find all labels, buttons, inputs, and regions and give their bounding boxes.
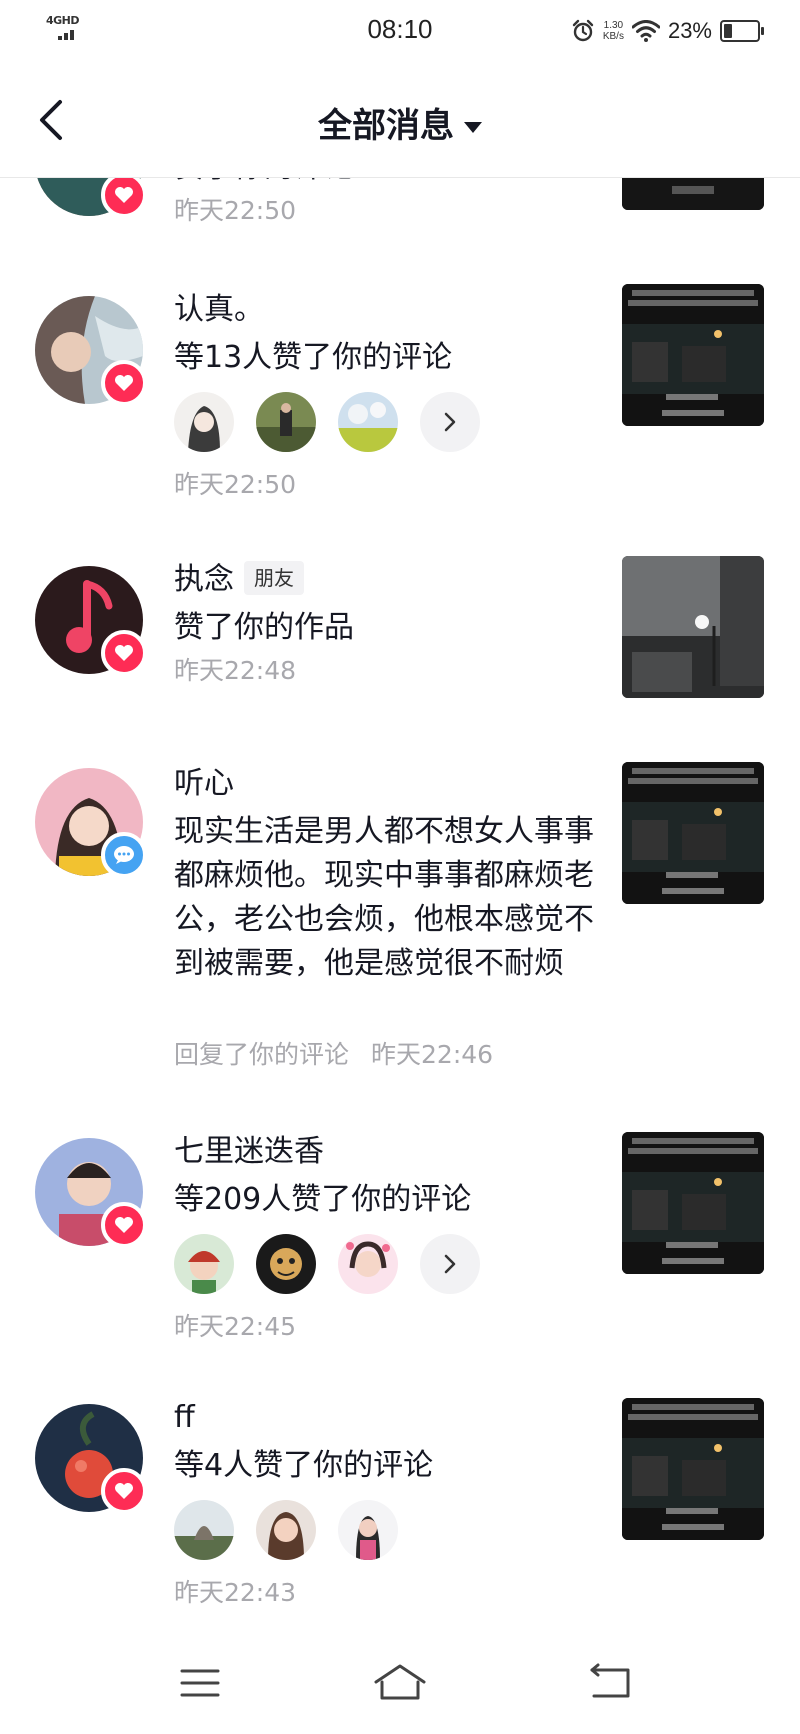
likers-row [174,1500,398,1560]
chevron-right-icon [444,1254,456,1274]
friend-tag: 朋友 [244,561,304,595]
list-item[interactable]: 七里迷迭香 等209人赞了你的评论 昨天22:45 [0,1132,800,1368]
like-badge-icon [101,360,147,406]
video-thumbnail[interactable] [622,1132,764,1274]
like-badge-icon [101,178,147,218]
liker-avatar[interactable] [174,392,234,452]
list-item[interactable]: 执念 朋友 赞了你的作品 昨天22:48 [0,556,800,766]
system-nav-bar [0,1628,800,1734]
battery-percent: 23% [667,18,712,43]
video-thumbnail[interactable] [622,178,764,210]
like-badge-icon [101,1468,147,1514]
user-name[interactable]: 认真。 [174,290,264,330]
message-action: 回复了你的评论 [174,1040,350,1069]
likers-row [174,1234,480,1294]
comment-text: 现实生活是男人都不想女人事事都麻烦他。现实中事事都麻烦老公，老公也会烦，他根本感… [174,814,594,981]
user-name[interactable]: ff [174,1398,195,1438]
liker-avatar[interactable] [338,1234,398,1294]
user-name-line: 执念 朋友 [174,560,304,600]
message-time: 昨天22:43 [174,1578,297,1607]
network-speed: 1.30 KB/s [602,20,624,42]
message-action: 赞了你的作品 [174,610,354,645]
caret-down-icon [464,122,482,133]
page-title: 全部消息 [318,106,454,146]
menu-icon[interactable] [170,1658,230,1708]
screen: 4GHD 08:10 1.30 KB/s 23% 全部消息 昨天22:50 认真… [0,0,800,1734]
list-item[interactable]: 听心 现实生活是男人都不想女人事事都麻烦他。现实中事事都麻烦老公，老公也会烦，他… [0,762,800,1148]
more-likers-button[interactable] [420,392,480,452]
message-time: 昨天22:45 [174,1312,297,1341]
message-meta: 回复了你的评论 昨天22:46 [174,1038,493,1072]
list-item[interactable]: 认真。 等13人赞了你的评论 昨天22:50 [0,284,800,526]
back-nav-icon[interactable] [580,1658,640,1708]
user-name[interactable]: 执念 [174,562,234,597]
wifi-icon [631,20,660,42]
liker-avatar[interactable] [338,392,398,452]
list-item[interactable]: ff 等4人赞了你的评论 昨天22:43 [0,1398,800,1628]
list-item[interactable]: 赞了你的评论 昨天22:50 [0,178,800,248]
liker-avatar[interactable] [174,1234,234,1294]
liker-avatar[interactable] [256,1234,316,1294]
status-bar: 4GHD 08:10 1.30 KB/s 23% [0,0,800,62]
chevron-right-icon [444,412,456,432]
like-badge-icon [101,630,147,676]
message-time: 昨天22:48 [174,656,297,685]
more-likers-button[interactable] [420,1234,480,1294]
message-action: 等209人赞了你的评论 [174,1182,472,1217]
battery-icon [720,20,764,42]
message-time: 昨天22:46 [371,1040,494,1069]
message-time: 昨天22:50 [174,470,297,499]
message-filter-dropdown[interactable]: 全部消息 [0,98,800,147]
likers-row [174,392,480,452]
message-list: 赞了你的评论 昨天22:50 认真。 等13人赞了你的评论 [0,178,800,1628]
video-thumbnail[interactable] [622,284,764,426]
comment-badge-icon [101,832,147,878]
message-action: 赞了你的评论 [174,178,354,188]
liker-avatar[interactable] [338,1500,398,1560]
home-icon[interactable] [370,1658,430,1708]
message-action: 等4人赞了你的评论 [174,1448,434,1483]
user-name[interactable]: 听心 [174,764,234,804]
message-action: 等13人赞了你的评论 [174,340,453,375]
video-thumbnail[interactable] [622,556,764,698]
liker-avatar[interactable] [174,1500,234,1560]
header: 全部消息 [0,62,800,178]
liker-avatar[interactable] [256,1500,316,1560]
user-name[interactable]: 七里迷迭香 [174,1132,324,1172]
liker-avatar[interactable] [256,392,316,452]
video-thumbnail[interactable] [622,1398,764,1540]
video-thumbnail[interactable] [622,762,764,904]
alarm-icon [572,19,594,42]
like-badge-icon [101,1202,147,1248]
message-time: 昨天22:50 [174,196,297,225]
